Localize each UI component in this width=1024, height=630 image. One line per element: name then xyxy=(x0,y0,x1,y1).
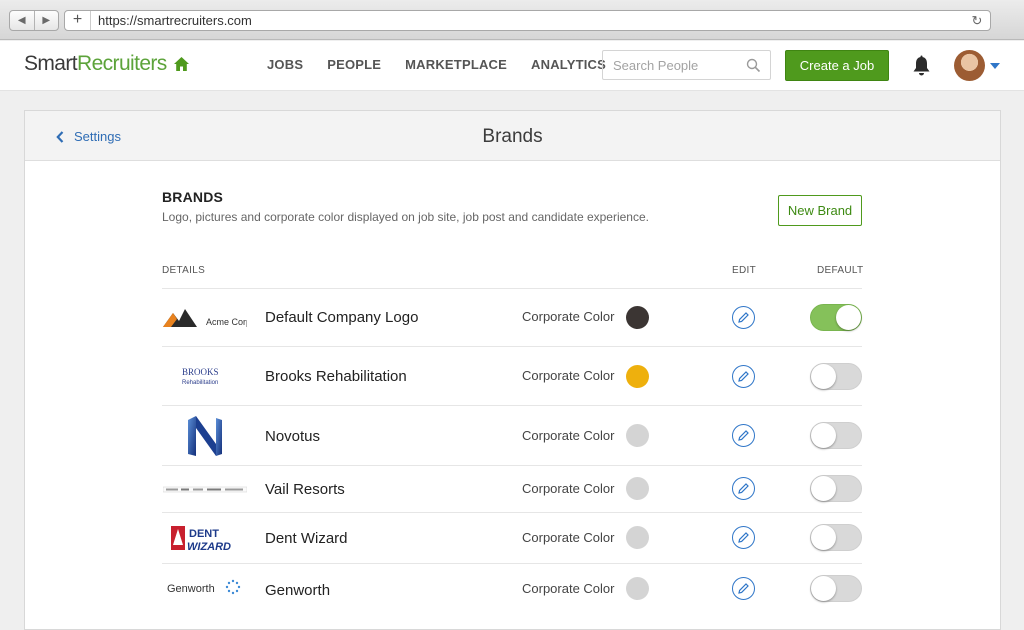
app-header: SmartRecruiters JOBS PEOPLE MARKETPLACE … xyxy=(0,41,1024,91)
edit-brand-button[interactable] xyxy=(732,365,755,388)
dent-logo-text: DENT xyxy=(189,528,219,540)
section-heading: BRANDS xyxy=(162,189,224,205)
new-brand-button[interactable]: New Brand xyxy=(778,195,862,226)
brand-name: Vail Resorts xyxy=(265,481,345,498)
pencil-icon xyxy=(738,371,749,382)
address-bar[interactable]: + https://smartrecruiters.com ↻ xyxy=(64,10,991,31)
home-icon[interactable] xyxy=(173,56,190,72)
edit-brand-button[interactable] xyxy=(732,306,755,329)
chevron-down-icon[interactable] xyxy=(990,63,1000,69)
logo-text-smart: Smart xyxy=(24,52,78,75)
card-header: Settings Brands xyxy=(25,111,1000,161)
edit-brand-button[interactable] xyxy=(732,477,755,500)
edit-brand-button[interactable] xyxy=(732,526,755,549)
edit-brand-button[interactable] xyxy=(732,577,755,600)
dent-logo-sub: WIZARD xyxy=(187,541,231,553)
corporate-color-label: Corporate Color xyxy=(522,309,615,324)
color-swatch xyxy=(626,577,649,600)
color-swatch xyxy=(626,526,649,549)
pencil-icon xyxy=(738,583,749,594)
table-row: Vail Resorts Corporate Color xyxy=(162,465,862,512)
table-row: Novotus Corporate Color xyxy=(162,405,862,465)
table-row: Acme Corp Default Company Logo Corporate… xyxy=(162,288,862,346)
page-title: Brands xyxy=(482,126,543,147)
brooks-logo-text: BROOKS xyxy=(182,367,219,377)
acme-logo-text: Acme Corp xyxy=(206,317,247,327)
table-row: BROOKS Rehabilitation Brooks Rehabilitat… xyxy=(162,346,862,405)
toggle-knob xyxy=(811,525,836,550)
edit-brand-button[interactable] xyxy=(732,424,755,447)
reload-icon[interactable]: ↻ xyxy=(964,13,990,29)
brand-name: Brooks Rehabilitation xyxy=(265,368,407,385)
main-nav: JOBS PEOPLE MARKETPLACE ANALYTICS xyxy=(267,57,606,72)
browser-nav-buttons: ◀ ▶ xyxy=(9,10,59,31)
nav-analytics[interactable]: ANALYTICS xyxy=(531,57,606,72)
color-swatch xyxy=(626,477,649,500)
url-text[interactable]: https://smartrecruiters.com xyxy=(91,13,964,28)
table-row: DENT WIZARD Dent Wizard Corporate Color xyxy=(162,512,862,563)
bell-icon[interactable] xyxy=(911,55,932,77)
search-icon[interactable] xyxy=(746,58,761,73)
toggle-knob xyxy=(811,576,836,601)
default-toggle[interactable] xyxy=(810,575,862,602)
corporate-color-label: Corporate Color xyxy=(522,481,615,496)
section-description: Logo, pictures and corporate color displ… xyxy=(162,210,649,224)
vail-resorts-logo xyxy=(162,466,248,512)
nav-marketplace[interactable]: MARKETPLACE xyxy=(405,57,507,72)
forward-arrow-icon[interactable]: ▶ xyxy=(35,11,59,30)
user-avatar[interactable] xyxy=(954,50,985,81)
toggle-knob xyxy=(836,305,861,330)
search-box xyxy=(602,50,771,80)
genworth-logo-text: Genworth xyxy=(167,583,215,595)
new-tab-icon[interactable]: + xyxy=(65,11,91,30)
nav-jobs[interactable]: JOBS xyxy=(267,57,303,72)
search-people-input[interactable] xyxy=(613,57,743,73)
pencil-icon xyxy=(738,430,749,441)
default-toggle[interactable] xyxy=(810,422,862,449)
brands-section-header: BRANDS Logo, pictures and corporate colo… xyxy=(162,189,862,224)
toggle-knob xyxy=(811,364,836,389)
default-toggle[interactable] xyxy=(810,363,862,390)
create-job-button[interactable]: Create a Job xyxy=(785,50,889,81)
nav-people[interactable]: PEOPLE xyxy=(327,57,381,72)
pencil-icon xyxy=(738,483,749,494)
brooks-logo-sub: Rehabilitation xyxy=(182,380,218,386)
brand-name: Dent Wizard xyxy=(265,530,348,547)
corporate-color-label: Corporate Color xyxy=(522,530,615,545)
corporate-color-label: Corporate Color xyxy=(522,581,615,596)
dent-wizard-logo: DENT WIZARD xyxy=(162,513,248,563)
column-details: DETAILS xyxy=(162,265,206,276)
acme-corp-logo: Acme Corp xyxy=(162,289,248,346)
back-arrow-icon[interactable]: ◀ xyxy=(10,11,35,30)
color-swatch xyxy=(626,306,649,329)
browser-toolbar: ◀ ▶ + https://smartrecruiters.com ↻ xyxy=(0,0,1024,40)
brand-name: Genworth xyxy=(265,582,331,599)
genworth-logo: Genworth xyxy=(162,564,248,611)
table-row: Genworth Genworth Corporate Color xyxy=(162,563,862,611)
brand-name: Default Company Logo xyxy=(265,309,419,326)
corporate-color-label: Corporate Color xyxy=(522,428,615,443)
pencil-icon xyxy=(738,312,749,323)
brand-name: Novotus xyxy=(265,428,321,445)
brooks-logo: BROOKS Rehabilitation xyxy=(162,347,248,405)
column-default: DEFAULT xyxy=(817,265,864,276)
default-toggle[interactable] xyxy=(810,475,862,502)
corporate-color-label: Corporate Color xyxy=(522,368,615,383)
table-header: DETAILS EDIT DEFAULT xyxy=(162,263,864,289)
logo-text-recruiters: Recruiters xyxy=(77,52,167,75)
pencil-icon xyxy=(738,532,749,543)
default-toggle[interactable] xyxy=(810,524,862,551)
color-swatch xyxy=(626,424,649,447)
toggle-knob xyxy=(811,476,836,501)
default-toggle[interactable] xyxy=(810,304,862,331)
toggle-knob xyxy=(811,423,836,448)
column-edit: EDIT xyxy=(732,265,756,276)
novotus-logo xyxy=(162,406,248,465)
smartrecruiters-logo[interactable]: SmartRecruiters xyxy=(24,52,167,76)
color-swatch xyxy=(626,365,649,388)
